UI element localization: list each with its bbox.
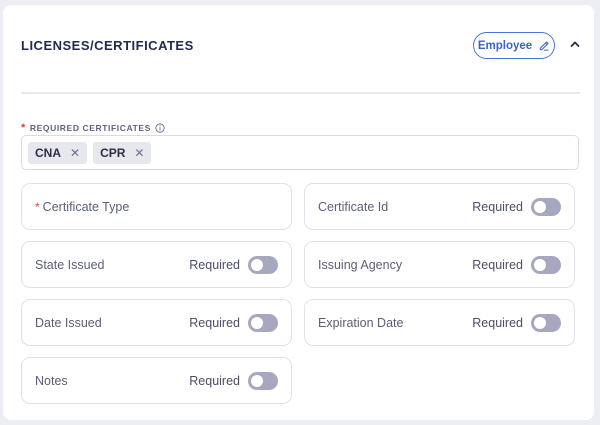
required-toggle[interactable] [248,255,278,274]
remove-tag-icon[interactable]: ✕ [70,146,80,160]
required-toggle-label: Required [472,315,523,330]
field-label: Notes [35,373,68,388]
section-title: LICENSES/CERTIFICATES [21,38,194,53]
required-toggle-label: Required [189,373,240,388]
field-certificate-type[interactable]: * Certificate Type [21,183,292,230]
certificate-tag-cpr: CPR ✕ [93,141,152,164]
field-issuing-agency[interactable]: Issuing Agency Required [304,241,575,288]
field-label: State Issued [35,257,105,272]
chevron-up-icon[interactable] [569,38,581,50]
required-toggle-label: Required [189,315,240,330]
required-toggle-label: Required [189,257,240,272]
required-toggle[interactable] [248,371,278,390]
tag-label: CNA [35,145,61,160]
field-certificate-id[interactable]: Certificate Id Required [304,183,575,230]
field-label: Date Issued [35,315,102,330]
required-certificates-text: REQUIRED CERTIFICATES [29,123,151,133]
employee-button[interactable]: Employee [473,32,555,59]
required-marker: * [35,199,40,214]
field-label: Certificate Id [318,199,389,214]
required-toggle[interactable] [531,313,561,332]
field-state-issued[interactable]: State Issued Required [21,241,292,288]
required-toggle[interactable] [531,197,561,216]
required-marker: * [21,122,26,134]
field-expiration-date[interactable]: Expiration Date Required [304,299,575,346]
required-certificates-input[interactable]: CNA ✕ CPR ✕ [21,135,579,170]
licenses-certificates-card: LICENSES/CERTIFICATES Employee * REQUIRE… [3,5,594,420]
required-toggle-label: Required [472,257,523,272]
required-toggle[interactable] [248,313,278,332]
field-label: Expiration Date [318,315,404,330]
remove-tag-icon[interactable]: ✕ [134,146,144,160]
pencil-icon [539,40,549,51]
required-certificates-label: * REQUIRED CERTIFICATES [21,122,165,134]
employee-button-label: Employee [477,39,533,52]
required-toggle-label: Required [472,199,523,214]
field-notes[interactable]: Notes Required [21,357,292,404]
field-label: Issuing Agency [318,257,403,272]
info-icon[interactable] [155,123,165,133]
tag-label: CPR [100,145,126,160]
field-label: * Certificate Type [35,199,130,214]
certificate-tag-cna: CNA ✕ [28,141,88,164]
section-divider [21,92,580,94]
field-date-issued[interactable]: Date Issued Required [21,299,292,346]
required-toggle[interactable] [531,255,561,274]
